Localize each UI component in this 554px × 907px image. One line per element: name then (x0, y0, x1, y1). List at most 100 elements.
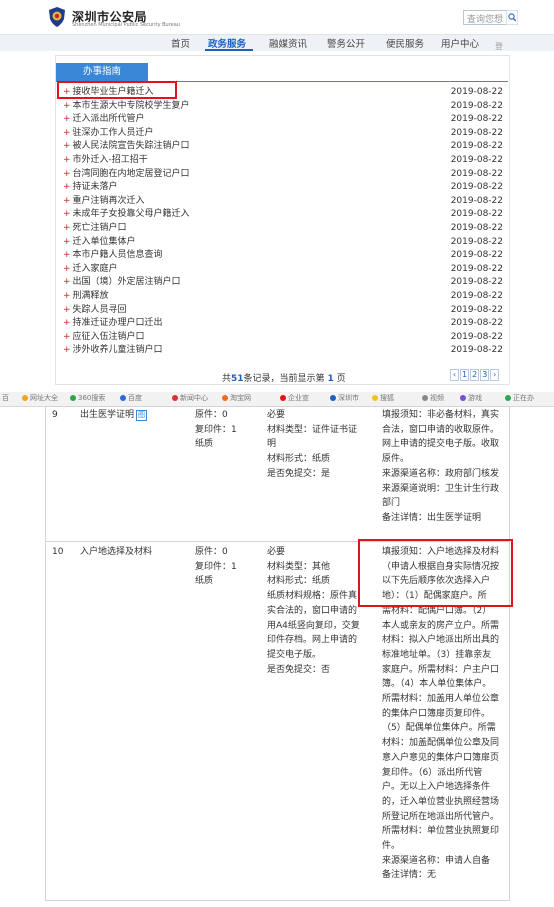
plus-icon: + (63, 100, 71, 111)
guide-list-item[interactable]: + 本市生源大中专院校学生复户 2019-08-22 (63, 100, 506, 114)
police-emblem-icon (49, 7, 65, 27)
guide-item-date: 2019-08-22 (450, 154, 503, 165)
notes-line: 标准地址单。（3）挂靠亲友 (382, 649, 492, 660)
pager-current: 1 (327, 374, 334, 384)
bookmark-label: 百度 (128, 394, 142, 402)
sample-image-icon[interactable]: 图 (136, 410, 148, 421)
notes-line: 材料：加盖配偶单位公章及同 (382, 738, 500, 749)
guide-list-item[interactable]: + 失踪人员寻回 2019-08-22 (63, 304, 506, 318)
nav-user-center[interactable]: 用户中心 (441, 36, 479, 50)
pager-middle: 条记录，当前显示第 (243, 374, 325, 384)
bookmark-item[interactable]: 游戏 (460, 393, 482, 403)
guide-list-item[interactable]: + 未成年子女投靠父母户籍迁入 2019-08-22 (63, 208, 506, 222)
plus-icon: + (63, 236, 71, 247)
guide-item-title[interactable]: 应征入伍注销户口 (73, 332, 145, 342)
notes-line: 材料：拟入户地派出所出具的 (382, 635, 500, 646)
pager-page-2[interactable]: 2 (470, 369, 480, 381)
material-name: 入户地选择及材料 (80, 547, 153, 557)
requirement-line: 材料类型：证件证书证 (267, 424, 358, 435)
bookmark-item[interactable]: 深圳市 (330, 393, 359, 403)
pager-prev-button[interactable]: ‹ (450, 369, 459, 381)
guide-item-title[interactable]: 失踪人员寻回 (73, 305, 127, 315)
guide-item-title[interactable]: 刑满释放 (73, 291, 109, 301)
nav-gov-services[interactable]: 政务服务 (208, 36, 246, 50)
notes-line: 件。 (382, 841, 401, 852)
bookmark-icon (372, 395, 378, 401)
guide-item-title[interactable]: 本市生源大中专院校学生复户 (73, 101, 190, 111)
nav-home[interactable]: 首页 (171, 36, 190, 50)
requirement-line: 印件存档。网上申请的 (267, 635, 358, 646)
guide-item-date: 2019-08-22 (450, 222, 503, 233)
guide-list-item[interactable]: + 台湾同胞在内地定居登记户口 2019-08-22 (63, 168, 506, 182)
bookmark-item[interactable]: 搜狐 (372, 393, 394, 403)
guide-list-item[interactable]: + 迁入派出所代管户 2019-08-22 (63, 113, 506, 127)
guide-item-title[interactable]: 死亡注销户口 (73, 223, 127, 233)
notes-line: 原件。 (382, 454, 410, 465)
guide-list-item[interactable]: + 重户注销再次迁入 2019-08-22 (63, 195, 506, 209)
guide-item-title[interactable]: 未成年子女投靠父母户籍迁入 (73, 209, 190, 219)
guide-list-item[interactable]: + 出国（境）外定居注销户口 2019-08-22 (63, 276, 506, 290)
guide-list-item[interactable]: + 市外迁入-招工招干 2019-08-22 (63, 154, 506, 168)
guide-item-title[interactable]: 迁入家庭户 (73, 264, 118, 274)
nav-login[interactable]: 登 (495, 41, 503, 52)
nav-police-affairs[interactable]: 警务公开 (327, 36, 365, 50)
bookmark-item[interactable]: 正在办 (505, 393, 534, 403)
bookmark-item[interactable]: 企业宣 (280, 393, 309, 403)
bookmark-item[interactable]: 新闻中心 (172, 393, 208, 403)
guide-list-item[interactable]: + 迁入单位集体户 2019-08-22 (63, 236, 506, 250)
guide-list-item[interactable]: + 被人民法院宣告失踪注销户口 2019-08-22 (63, 140, 506, 154)
guide-item-title[interactable]: 本市户籍人员信息查询 (73, 250, 163, 260)
notes-line: 的，迁入单位营业执照经营场 (382, 796, 500, 807)
copies-line: 纸质 (195, 576, 214, 587)
notes-line: 来源渠道说明：卫生计生行政 (382, 483, 500, 494)
guide-list-item[interactable]: + 死亡注销户口 2019-08-22 (63, 222, 506, 236)
bookmark-item[interactable]: 百度 (120, 393, 142, 403)
pager-next-button[interactable]: › (490, 369, 500, 381)
notes-line: 所需材料：加盖用人单位公章 (382, 694, 500, 705)
bookmark-item[interactable]: 网址大全 (22, 393, 58, 403)
requirement-line: 材料类型：其他 (267, 561, 331, 572)
bookmark-item[interactable]: 淘宝网 (222, 393, 251, 403)
site-subtitle: Shenzhen Municipal Public Security Burea… (72, 22, 180, 28)
guide-item-title[interactable]: 迁入单位集体户 (73, 237, 136, 247)
guide-list-item[interactable]: + 涉外收养儿童注销户口 2019-08-22 (63, 344, 506, 358)
guide-item-date: 2019-08-22 (450, 277, 503, 288)
search-icon[interactable] (506, 10, 518, 25)
guide-list-item[interactable]: + 持证未落户 2019-08-22 (63, 181, 506, 195)
bookmark-item[interactable]: 360搜索 (70, 393, 105, 403)
requirement-line: 是否免提交：是 (267, 468, 331, 479)
pager-page-1[interactable]: 1 (460, 369, 470, 381)
guide-list-item[interactable]: + 本市户籍人员信息查询 2019-08-22 (63, 249, 506, 263)
notes-line: 本人或亲友的房产立户。所需 (382, 620, 500, 631)
bookmark-item[interactable]: 视频 (422, 393, 444, 403)
guide-item-title[interactable]: 台湾同胞在内地定居登记户口 (73, 169, 190, 179)
plus-icon: + (63, 250, 71, 261)
guide-item-date: 2019-08-22 (450, 209, 503, 220)
guide-list-item[interactable]: + 应征入伍注销户口 2019-08-22 (63, 331, 506, 345)
nav-convenience[interactable]: 便民服务 (386, 36, 424, 50)
copies-info: 原件：0 复印件：1 纸质 (195, 545, 257, 589)
guide-list-item[interactable]: + 刑满释放 2019-08-22 (63, 290, 506, 304)
guide-item-title[interactable]: 持准迁证办理户口迁出 (73, 318, 163, 328)
guide-item-title[interactable]: 涉外收养儿童注销户口 (73, 345, 163, 355)
bookmark-icon (330, 395, 336, 401)
guide-list-item[interactable]: + 驻深办工作人员迁户 2019-08-22 (63, 127, 506, 141)
guide-item-date: 2019-08-22 (450, 331, 503, 342)
guide-item-title[interactable]: 迁入派出所代管户 (73, 114, 145, 124)
guide-item-title[interactable]: 重户注销再次迁入 (73, 196, 145, 206)
pager-page-3[interactable]: 3 (480, 369, 490, 381)
requirement-line: 明 (267, 439, 277, 450)
bookmark-item[interactable]: 百 (2, 393, 9, 403)
guide-list-item[interactable]: + 持准迁证办理户口迁出 2019-08-22 (63, 317, 506, 331)
plus-icon: + (63, 168, 71, 179)
nav-media[interactable]: 融媒资讯 (269, 36, 307, 50)
guide-item-title[interactable]: 出国（境）外定居注销户口 (73, 277, 181, 287)
guide-item-date: 2019-08-22 (450, 345, 503, 356)
guide-item-title[interactable]: 被人民法院宣告失踪注销户口 (73, 141, 190, 151)
guide-item-title[interactable]: 持证未落户 (73, 182, 118, 192)
guide-item-title[interactable]: 市外迁入-招工招干 (73, 155, 148, 165)
guide-item-title[interactable]: 驻深办工作人员迁户 (73, 128, 154, 138)
notes-line: 所登记所在地派出所代管户。 (382, 811, 500, 822)
guide-list-item[interactable]: + 迁入家庭户 2019-08-22 (63, 263, 506, 277)
tab-guide[interactable]: 办事指南 (56, 63, 148, 81)
